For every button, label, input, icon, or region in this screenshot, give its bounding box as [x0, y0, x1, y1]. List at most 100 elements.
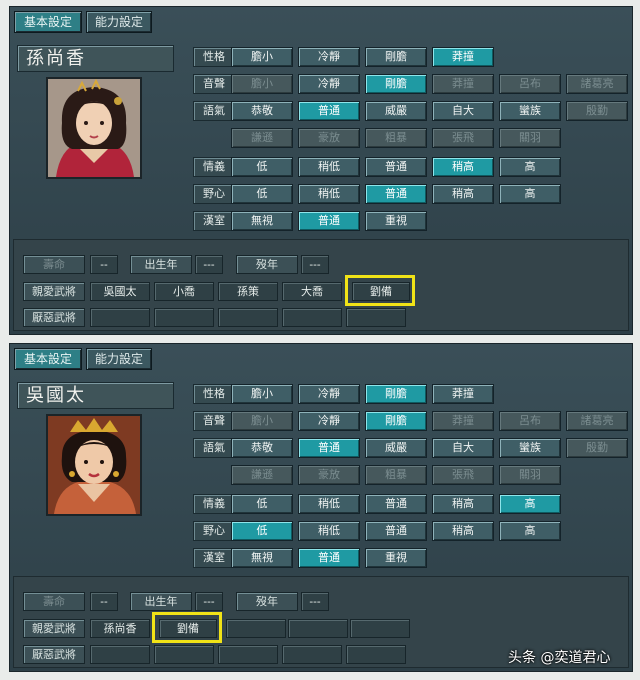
option-tone-barbarian[interactable]: 蠻族 [499, 101, 561, 121]
option-tone-normal[interactable]: 普通 [298, 101, 360, 121]
option-voice-timid[interactable]: 膽小 [231, 411, 293, 431]
option-tone-humble[interactable]: 謙遜 [231, 465, 293, 485]
option-ambition-somewhat-high[interactable]: 稍高 [432, 184, 494, 204]
option-personality-reckless[interactable]: 莽撞 [432, 384, 494, 404]
tab-ability-settings[interactable]: 能力設定 [86, 348, 152, 370]
option-ambition-normal[interactable]: 普通 [365, 184, 427, 204]
option-tone-arrogant[interactable]: 自大 [432, 438, 494, 458]
label-personality: 性格 [193, 47, 235, 67]
option-voice-reckless[interactable]: 莽撞 [432, 74, 494, 94]
favorite-slot[interactable]: 吳國太 [90, 282, 150, 301]
option-personality-timid[interactable]: 膽小 [231, 384, 293, 404]
hated-slot[interactable] [154, 645, 214, 664]
option-voice-calm[interactable]: 冷靜 [298, 74, 360, 94]
option-tone-guanyu[interactable]: 關羽 [499, 128, 561, 148]
tab-ability-settings[interactable]: 能力設定 [86, 11, 152, 33]
option-tone-arrogant[interactable]: 自大 [432, 101, 494, 121]
option-tone-bold[interactable]: 豪放 [298, 465, 360, 485]
favorite-slot[interactable]: 大喬 [282, 282, 342, 301]
hated-slot[interactable] [282, 308, 342, 327]
option-ambition-normal[interactable]: 普通 [365, 521, 427, 541]
option-personality-calm[interactable]: 冷靜 [298, 47, 360, 67]
option-tone-zhangfei[interactable]: 張飛 [432, 128, 494, 148]
option-tone-zhangfei[interactable]: 張飛 [432, 465, 494, 485]
option-ambition-somewhat-low[interactable]: 稍低 [298, 184, 360, 204]
option-ambition-low[interactable]: 低 [231, 184, 293, 204]
option-loyalty-low[interactable]: 低 [231, 494, 293, 514]
option-loyalty-somewhat-low[interactable]: 稍低 [298, 494, 360, 514]
option-voice-calm[interactable]: 冷靜 [298, 411, 360, 431]
hated-slot[interactable] [346, 308, 406, 327]
hated-slot[interactable] [90, 645, 150, 664]
option-tone-stern[interactable]: 威嚴 [365, 438, 427, 458]
option-ambition-somewhat-high[interactable]: 稍高 [432, 521, 494, 541]
favorite-slot[interactable]: 孫策 [218, 282, 278, 301]
hated-slot[interactable] [90, 308, 150, 327]
option-personality-timid[interactable]: 膽小 [231, 47, 293, 67]
option-loyalty-somewhat-high[interactable]: 稍高 [432, 157, 494, 177]
option-tone-courteous[interactable]: 殷勤 [566, 101, 628, 121]
option-tone-respectful[interactable]: 恭敬 [231, 101, 293, 121]
option-tone-courteous[interactable]: 殷勤 [566, 438, 628, 458]
tab-basic-settings[interactable]: 基本設定 [14, 348, 82, 370]
option-personality-reckless[interactable]: 莽撞 [432, 47, 494, 67]
favorite-slot[interactable] [226, 619, 286, 638]
hated-slot[interactable] [218, 308, 278, 327]
option-voice-lubu[interactable]: 呂布 [499, 411, 561, 431]
favorite-slot[interactable]: 孫尚香 [90, 619, 150, 638]
option-tone-guanyu[interactable]: 關羽 [499, 465, 561, 485]
option-ambition-somewhat-low[interactable]: 稍低 [298, 521, 360, 541]
option-han-ignore[interactable]: 無視 [231, 548, 293, 568]
value-death-year: --- [301, 592, 329, 611]
option-tone-normal[interactable]: 普通 [298, 438, 360, 458]
option-tone-rough[interactable]: 粗暴 [365, 128, 427, 148]
label-voice: 音聲 [193, 74, 235, 94]
hated-slot[interactable] [282, 645, 342, 664]
option-tone-bold[interactable]: 豪放 [298, 128, 360, 148]
label-lifespan: 壽命 [23, 592, 85, 611]
option-han-normal[interactable]: 普通 [298, 211, 360, 231]
hated-slot[interactable] [154, 308, 214, 327]
option-tone-respectful[interactable]: 恭敬 [231, 438, 293, 458]
option-loyalty-normal[interactable]: 普通 [365, 157, 427, 177]
option-tone-stern[interactable]: 威嚴 [365, 101, 427, 121]
option-loyalty-high[interactable]: 高 [499, 157, 561, 177]
hated-slot[interactable] [346, 645, 406, 664]
option-voice-zhuge[interactable]: 諸葛亮 [566, 74, 628, 94]
hated-slot[interactable] [218, 645, 278, 664]
option-loyalty-low[interactable]: 低 [231, 157, 293, 177]
option-loyalty-somewhat-low[interactable]: 稍低 [298, 157, 360, 177]
option-loyalty-high[interactable]: 高 [499, 494, 561, 514]
label-loyalty: 情義 [193, 494, 235, 514]
option-voice-brave[interactable]: 剛膽 [365, 74, 427, 94]
value-lifespan: -- [90, 255, 118, 274]
label-hated-generals: 厭惡武將 [23, 645, 85, 664]
option-ambition-high[interactable]: 高 [499, 521, 561, 541]
option-voice-timid[interactable]: 膽小 [231, 74, 293, 94]
option-voice-reckless[interactable]: 莽撞 [432, 411, 494, 431]
favorite-slot[interactable] [350, 619, 410, 638]
option-han-value[interactable]: 重視 [365, 548, 427, 568]
highlight-box [152, 612, 222, 643]
favorite-slot[interactable]: 小喬 [154, 282, 214, 301]
character-panel-1: 基本設定 能力設定 孫尚香 性格 音聲 語氣 情義 野心 漢室 膽小 冷靜 剛膽… [9, 6, 633, 335]
favorite-slot[interactable] [288, 619, 348, 638]
option-han-normal[interactable]: 普通 [298, 548, 360, 568]
option-personality-brave[interactable]: 剛膽 [365, 384, 427, 404]
option-loyalty-somewhat-high[interactable]: 稍高 [432, 494, 494, 514]
option-voice-zhuge[interactable]: 諸葛亮 [566, 411, 628, 431]
option-ambition-low[interactable]: 低 [231, 521, 293, 541]
option-han-ignore[interactable]: 無視 [231, 211, 293, 231]
option-voice-brave[interactable]: 剛膽 [365, 411, 427, 431]
option-personality-calm[interactable]: 冷靜 [298, 384, 360, 404]
option-tone-humble[interactable]: 謙遜 [231, 128, 293, 148]
option-han-value[interactable]: 重視 [365, 211, 427, 231]
tab-basic-settings[interactable]: 基本設定 [14, 11, 82, 33]
option-tone-rough[interactable]: 粗暴 [365, 465, 427, 485]
option-loyalty-normal[interactable]: 普通 [365, 494, 427, 514]
option-tone-barbarian[interactable]: 蠻族 [499, 438, 561, 458]
option-voice-lubu[interactable]: 呂布 [499, 74, 561, 94]
label-birth-year: 出生年 [130, 592, 192, 611]
option-personality-brave[interactable]: 剛膽 [365, 47, 427, 67]
option-ambition-high[interactable]: 高 [499, 184, 561, 204]
